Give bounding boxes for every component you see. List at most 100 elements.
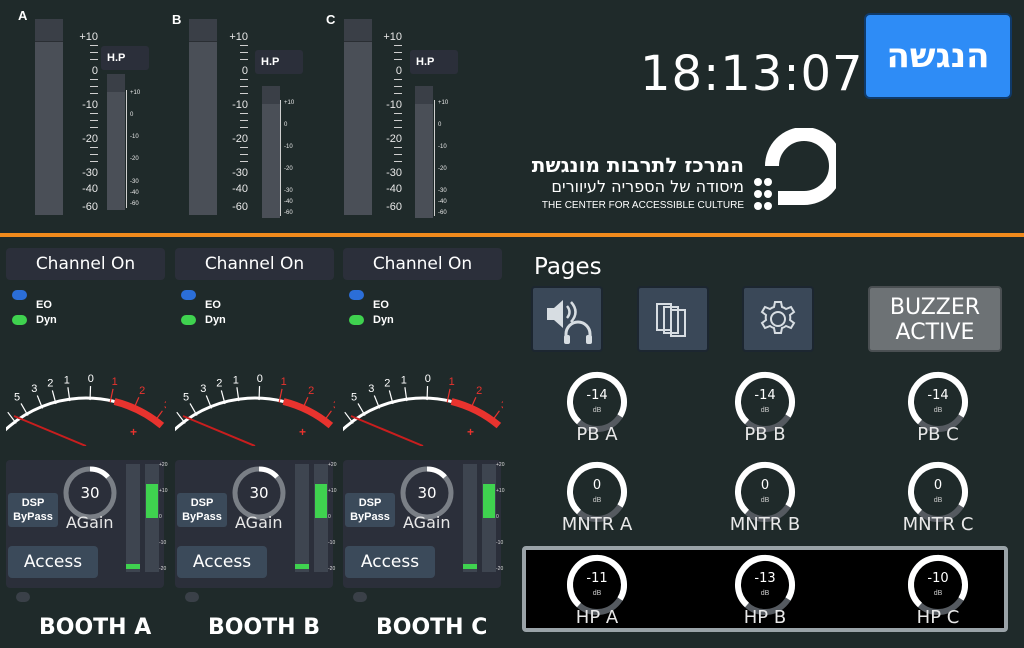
channel-on-button[interactable]: Channel On [343,248,502,280]
again-label: AGain [66,513,114,532]
input-meter-bar [295,464,309,572]
again-label: AGain [403,513,451,532]
again-value: 30 [80,484,99,502]
dsp-bypass-button[interactable]: DSP ByPass [177,493,227,527]
knob-unit: dB [934,590,943,597]
led-eo [181,290,196,300]
led-dyn [349,315,364,325]
speaker-headphones-icon [547,300,592,344]
access-button[interactable]: Access [345,546,435,578]
meter-c-scale: +10 0 -10 -20 -30 -40 -60 [383,31,402,213]
booth-label: BOOTH C [376,615,488,640]
channel-on-button[interactable]: Channel On [175,248,334,280]
meter-b-scale: +10 0 -10 -20 -30 -40 -60 [229,31,248,213]
again-value: 30 [249,484,268,502]
meter-c-hp-tag: H.P [410,50,458,74]
meter-a-scale: +10 0 -10 -20 -30 -40 -60 [79,31,98,213]
strip-meter-scale: +20 +10 0 -10 -20 [496,462,505,572]
knob-value: 0 [934,478,942,493]
vu-tick [176,411,186,424]
vu-tick-label: 1 [281,376,287,388]
vu-tick-label: 2 [384,378,390,390]
status-dot [353,592,367,602]
knob-value: -14 [927,388,948,403]
vu-tick-label: 5 [351,391,357,403]
knob-unit: dB [934,497,943,504]
dyn-label: Dyn [36,314,57,326]
meter-a-hp-tag: H.P [101,46,149,70]
vu-tick-label: 0 [425,373,431,385]
knob-value: -11 [586,571,607,586]
dsp-bypass-button[interactable]: DSP ByPass [8,493,58,527]
access-button[interactable]: Access [8,546,98,578]
knob-label: HP B [743,607,787,628]
knob-label: PB A [576,424,618,445]
meter-c-hp-bar [415,86,433,218]
status-dot [185,592,199,602]
meter-a-hp-bar [107,74,125,210]
strip-meter-scale: +20 +10 0 -10 -20 [159,462,168,572]
knob-unit: dB [593,497,602,504]
booth-label: BOOTH B [208,615,321,640]
buzzer-active-button[interactable]: BUZZER ACTIVE [868,286,1002,352]
vu-plus-label: + [467,425,474,439]
vu-needle [350,415,424,446]
vu-tick-label: 3 [31,383,37,395]
output-meter-bar [314,464,328,572]
channel-on-button[interactable]: Channel On [6,248,165,280]
page-button-settings[interactable] [742,286,814,352]
pages-title: Pages [534,254,602,280]
dsp-bypass-button[interactable]: DSP ByPass [345,493,395,527]
knob-unit: dB [593,590,602,597]
vu-tick-label: 3 [333,399,335,411]
eo-label: EO [205,299,221,311]
meter-c-hp-scale: +10 0 -10 -20 -30 -40 -60 [434,100,454,216]
vu-tick-label: 0 [88,373,94,385]
vu-tick-label: 1 [64,374,70,386]
knob-value: -14 [754,388,775,403]
input-meter-bar [126,464,140,572]
vu-tick-label: 2 [308,385,314,397]
output-meter-bar [145,464,159,572]
page-button-audio[interactable] [531,286,603,352]
pages-icon [656,303,686,337]
logo-title-hebrew: המרכז לתרבות מונגשת [531,153,744,177]
input-meter-bar [463,464,477,572]
vu-tick-label: 1 [449,376,455,388]
vu-meter: 2010753210123+ [343,373,503,446]
vu-tick-label: 3 [200,383,206,395]
knob-label: MNTR C [902,514,974,535]
knob-value: -10 [927,571,948,586]
vu-needle [13,415,87,446]
status-dot [16,592,30,602]
knob-label: MNTR B [729,514,801,535]
vu-tick [344,411,354,424]
knob-value: -13 [754,571,775,586]
meter-b-letter: B [172,12,182,27]
vu-tick-label: 3 [368,383,374,395]
knob-label: MNTR A [561,514,633,535]
vu-tick-label: 5 [14,391,20,403]
vu-tick-label: 2 [139,385,145,397]
meter-b-hp-tag: H.P [255,50,303,74]
access-button[interactable]: Access [177,546,267,578]
knob-label: PB C [917,424,959,445]
section-divider [0,233,1024,237]
accessibility-button[interactable]: הנגשה [864,13,1012,99]
meter-b-hp-scale: +10 0 -10 -20 -30 -40 -60 [280,100,300,216]
knob-value: -14 [586,388,607,403]
vu-tick-label: 2 [47,378,53,390]
vu-needle [182,415,256,446]
knob-label: HP A [575,607,619,628]
vu-tick-label: 0 [257,373,263,385]
logo-subtitle-hebrew: מיסודה של הספריה לעיוורים [551,177,744,196]
meter-c-letter: C [326,12,336,27]
again-value: 30 [417,484,436,502]
page-button-pages[interactable] [637,286,709,352]
knob-unit: dB [934,407,943,414]
led-dyn [181,315,196,325]
knob-unit: dB [761,497,770,504]
led-dyn [12,315,27,325]
vu-meter: 2010753210123+ [175,373,335,446]
vu-plus-label: + [299,425,306,439]
